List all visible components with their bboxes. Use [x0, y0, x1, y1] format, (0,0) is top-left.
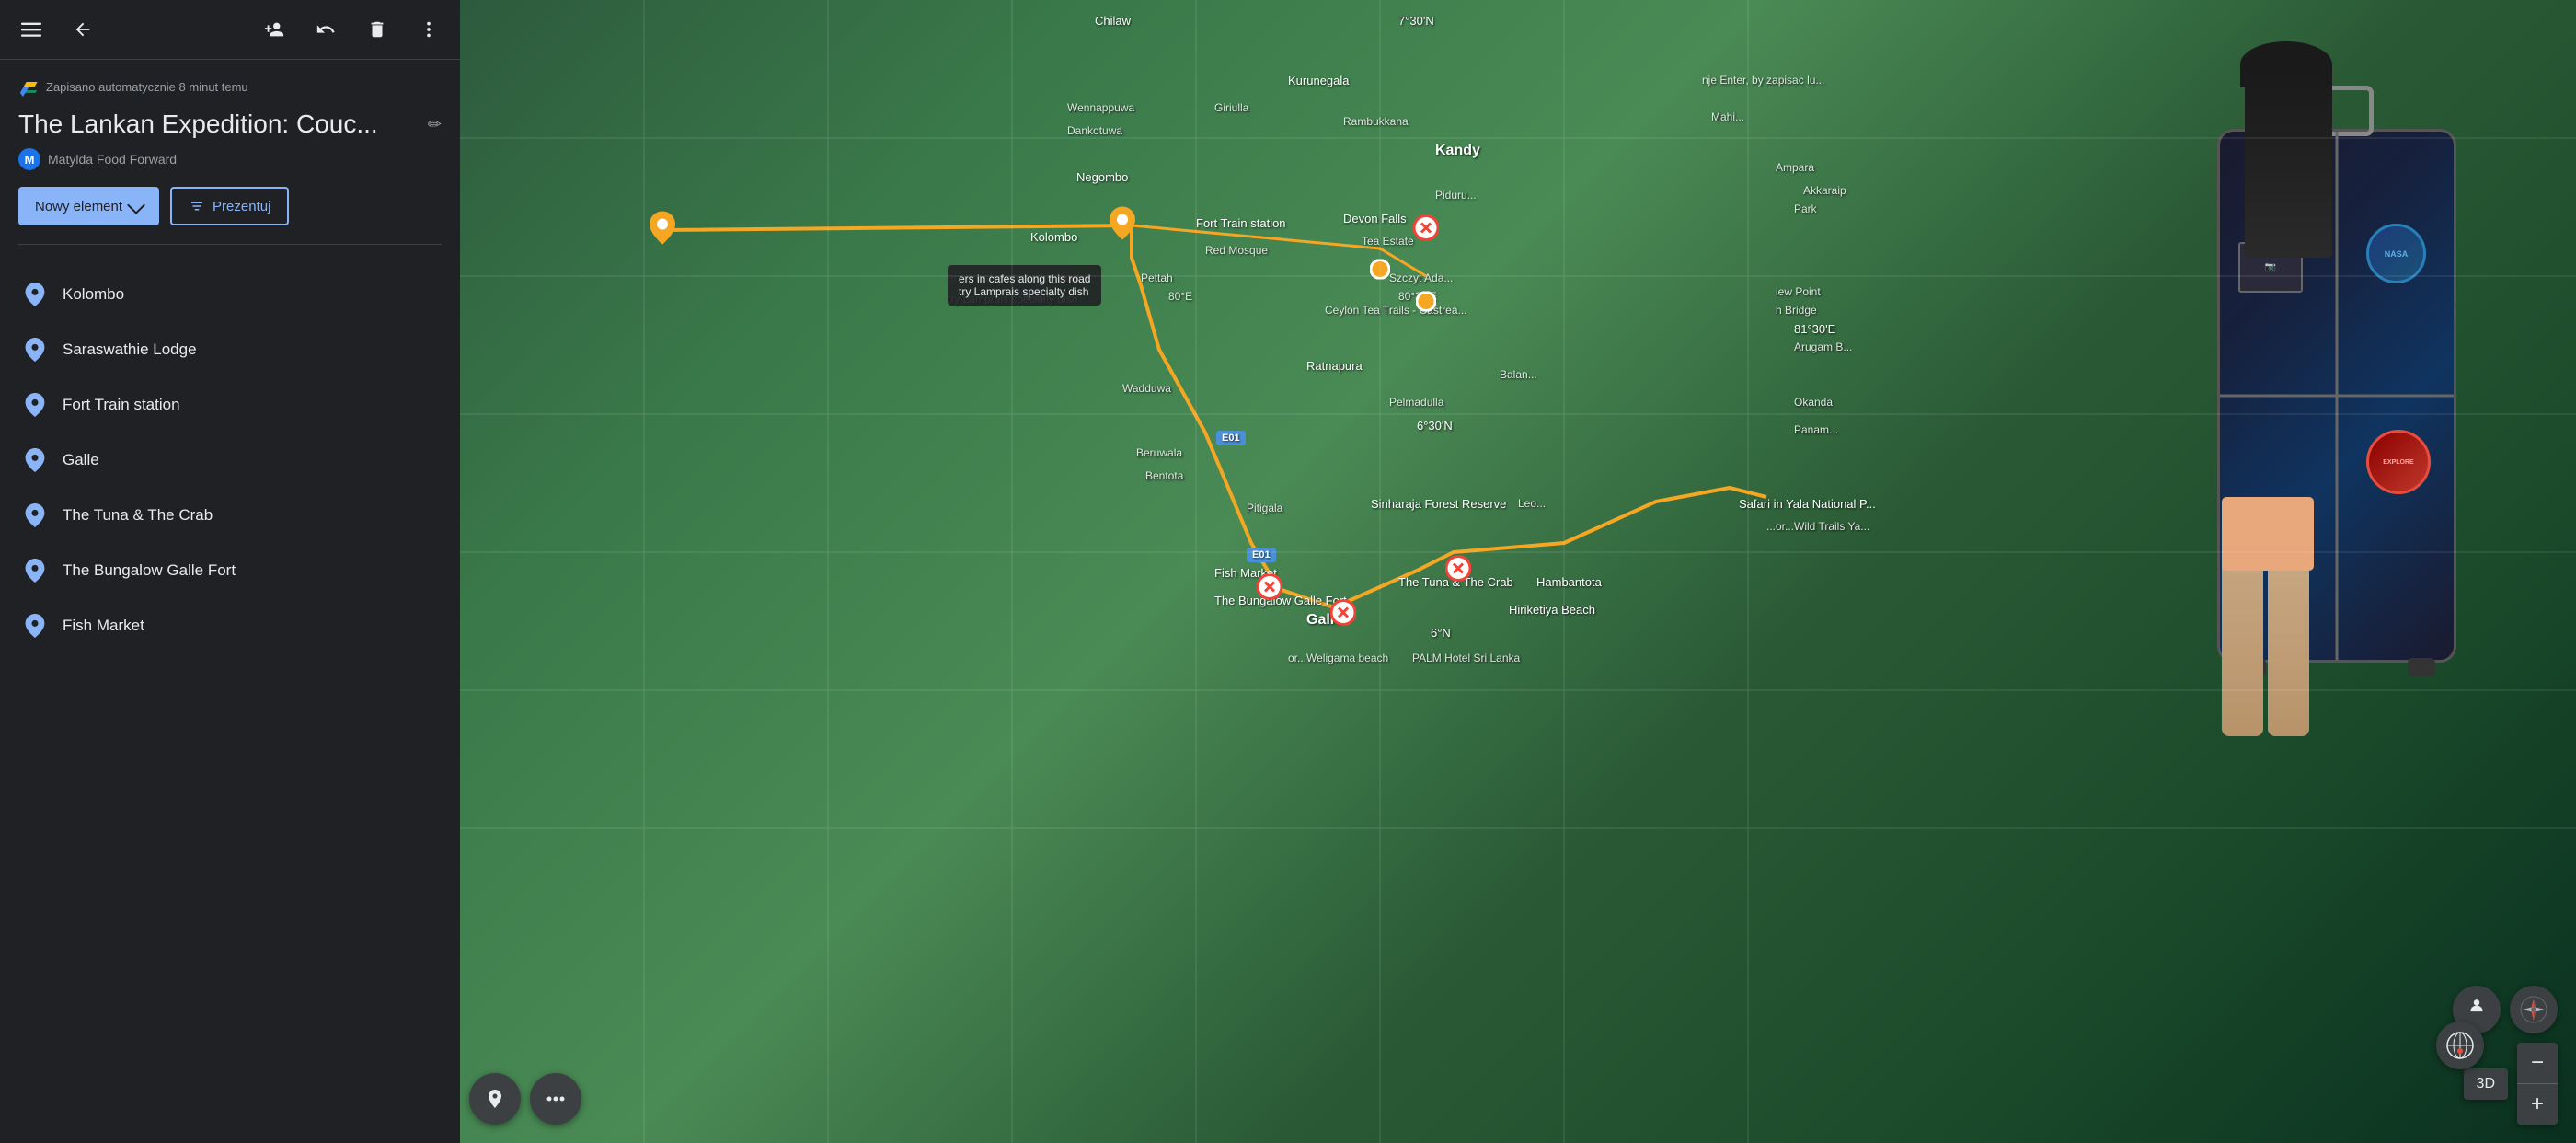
pin-x-3 [1330, 600, 1356, 630]
location-item[interactable]: The Tuna & The Crab [0, 488, 460, 543]
sidebar-header: Zapisano automatycznie 8 minut temu The … [0, 60, 460, 263]
sidebar-toolbar [0, 0, 460, 60]
undo-button[interactable] [309, 13, 342, 46]
pin-x-2 [1257, 574, 1282, 605]
globe-icon [2445, 1031, 2475, 1060]
add-person-button[interactable] [258, 13, 291, 46]
globe-widget[interactable] [2436, 1022, 2484, 1069]
back-button[interactable] [66, 13, 99, 46]
pin-orange-1 [1370, 260, 1390, 284]
location-name: Galle [63, 451, 99, 469]
divider [18, 244, 442, 245]
owner-name: Matylda Food Forward [48, 152, 177, 167]
add-pin-button[interactable] [469, 1073, 521, 1125]
map-area[interactable]: Chilaw7°30'NKurunegalaWennappuwaGiriulla… [460, 0, 2576, 1143]
zoom-out-button[interactable]: − [2517, 1043, 2558, 1083]
action-buttons: Nowy element Prezentuj [18, 187, 442, 225]
location-item[interactable]: Fish Market [0, 598, 460, 653]
route-button[interactable] [530, 1073, 581, 1125]
edit-title-icon[interactable]: ✏ [428, 115, 442, 134]
location-name: Fort Train station [63, 396, 180, 414]
owner-row: M Matylda Food Forward [18, 148, 442, 170]
location-pin-icon [22, 558, 48, 583]
owner-avatar: M [18, 148, 40, 170]
location-name: The Bungalow Galle Fort [63, 561, 236, 580]
location-item[interactable]: Galle [0, 433, 460, 488]
location-item[interactable]: Kolombo [0, 267, 460, 322]
map-title-row: The Lankan Expedition: Couc... ✏ [18, 110, 442, 139]
zoom-controls: − + [2517, 1043, 2558, 1125]
pin-orange-2 [1416, 292, 1436, 317]
auto-save-row: Zapisano automatycznie 8 minut temu [18, 76, 442, 97]
location-pin-icon [22, 392, 48, 418]
location-name: Fish Market [63, 617, 144, 635]
location-name: The Tuna & The Crab [63, 506, 213, 525]
locations-list: Kolombo Saraswathie Lodge Fort Train sta… [0, 263, 460, 1143]
3d-button[interactable]: 3D [2464, 1068, 2508, 1100]
location-item[interactable]: The Bungalow Galle Fort [0, 543, 460, 598]
pin-x-1 [1413, 215, 1439, 246]
location-pin-icon [22, 502, 48, 528]
present-label: Prezentuj [213, 199, 270, 214]
sidebar: Zapisano automatycznie 8 minut temu The … [0, 0, 460, 1143]
google-drive-icon [18, 76, 39, 97]
location-pin-icon [22, 613, 48, 639]
auto-save-text: Zapisano automatycznie 8 minut temu [46, 80, 248, 94]
location-name: Kolombo [63, 285, 124, 304]
play-icon [189, 198, 205, 214]
present-button[interactable]: Prezentuj [170, 187, 289, 225]
new-element-label: Nowy element [35, 199, 122, 214]
location-pin-icon [22, 337, 48, 363]
location-pin-icon [22, 447, 48, 473]
menu-button[interactable] [15, 13, 48, 46]
compass-button[interactable] [2510, 986, 2558, 1033]
location-pin-icon [22, 282, 48, 307]
map-land [460, 0, 2576, 1143]
pin-x-4 [1445, 556, 1471, 586]
map-title: The Lankan Expedition: Couc... [18, 110, 419, 139]
zoom-in-button[interactable]: + [2517, 1084, 2558, 1125]
chevron-down-icon [127, 196, 145, 214]
more-button[interactable] [412, 13, 445, 46]
location-name: Saraswathie Lodge [63, 341, 197, 359]
pin-fort-train [1110, 207, 1135, 245]
pin-kolombo [650, 212, 675, 249]
location-item[interactable]: Saraswathie Lodge [0, 322, 460, 377]
new-element-button[interactable]: Nowy element [18, 187, 159, 225]
delete-button[interactable] [361, 13, 394, 46]
map-bottom-controls-left [469, 1073, 581, 1125]
location-item[interactable]: Fort Train station [0, 377, 460, 433]
